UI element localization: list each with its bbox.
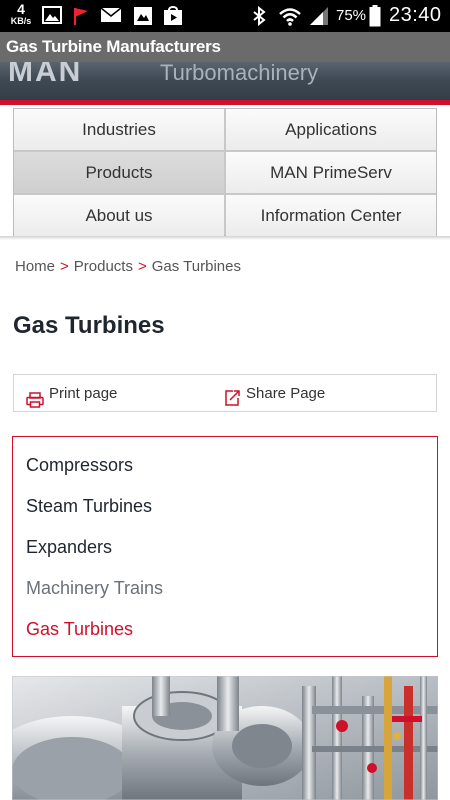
- product-link-gas-turbines[interactable]: Gas Turbines: [26, 619, 133, 640]
- app-title: Gas Turbine Manufacturers: [6, 37, 221, 56]
- wifi-icon: [278, 6, 302, 31]
- network-speed-value: 4: [17, 1, 25, 17]
- app-title-bar: Gas Turbine Manufacturers: [0, 32, 450, 62]
- breadcrumb-home[interactable]: Home: [15, 258, 55, 275]
- product-link-steam-turbines[interactable]: Steam Turbines: [26, 496, 152, 517]
- status-bar: 4 KB/s 75% 23:40: [0, 0, 450, 32]
- breadcrumb-separator: >: [137, 258, 147, 275]
- breadcrumb-products[interactable]: Products: [74, 258, 133, 275]
- man-logo[interactable]: MAN: [8, 62, 82, 89]
- battery-percent: 75%: [336, 7, 367, 24]
- breadcrumb-current: Gas Turbines: [151, 258, 241, 275]
- printer-icon: [26, 385, 44, 423]
- nav-item-products[interactable]: Products: [14, 152, 224, 193]
- page-title: Gas Turbines: [13, 312, 165, 339]
- print-page-label: Print page: [49, 385, 118, 402]
- nav-item-information-center[interactable]: Information Center: [226, 195, 436, 236]
- print-page-button[interactable]: Print page: [26, 375, 206, 413]
- product-link-compressors[interactable]: Compressors: [26, 455, 133, 476]
- battery-icon: [369, 5, 381, 32]
- breadcrumb: Home > Products > Gas Turbines: [15, 258, 241, 275]
- share-page-button[interactable]: Share Page: [224, 375, 404, 413]
- flag-icon: [72, 6, 90, 31]
- page-tools: Print page Share Page: [13, 374, 437, 412]
- gallery-icon: [133, 6, 153, 31]
- clock: 23:40: [389, 4, 442, 26]
- play-store-icon: [163, 6, 183, 31]
- product-link-expanders[interactable]: Expanders: [26, 537, 112, 558]
- gas-turbine-image: [12, 676, 438, 800]
- navigation-shadow: [0, 236, 450, 240]
- share-icon: [224, 384, 241, 422]
- nav-item-industries[interactable]: Industries: [14, 109, 224, 150]
- signal-icon: [308, 6, 330, 31]
- header-accent-line: [0, 100, 450, 105]
- nav-item-applications[interactable]: Applications: [226, 109, 436, 150]
- product-list: Compressors Steam Turbines Expanders Mac…: [12, 436, 438, 657]
- mail-icon: [100, 6, 122, 29]
- network-speed: 4 KB/s: [9, 2, 33, 26]
- network-speed-unit: KB/s: [10, 16, 32, 26]
- product-link-machinery-trains[interactable]: Machinery Trains: [26, 578, 163, 599]
- share-page-label: Share Page: [246, 385, 326, 402]
- nav-item-man-primeserv[interactable]: MAN PrimeServ: [226, 152, 436, 193]
- nav-item-about-us[interactable]: About us: [14, 195, 224, 236]
- site-header: MAN Turbomachinery: [0, 62, 450, 100]
- image-icon: [42, 6, 62, 29]
- bluetooth-icon: [252, 5, 266, 31]
- breadcrumb-separator: >: [60, 258, 69, 275]
- site-tagline: Turbomachinery: [160, 62, 319, 85]
- main-navigation: Industries Applications Products MAN Pri…: [13, 108, 437, 236]
